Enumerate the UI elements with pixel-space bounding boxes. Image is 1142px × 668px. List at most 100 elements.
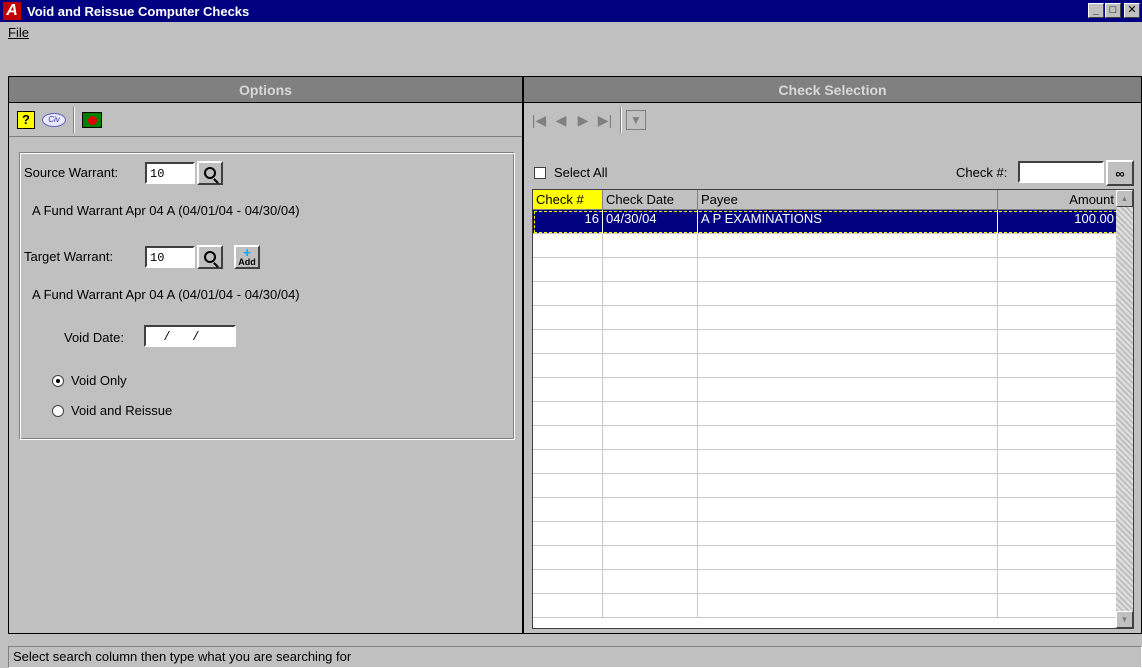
close-button[interactable]: ✕ bbox=[1124, 3, 1140, 18]
empty-cell bbox=[698, 234, 998, 258]
prev-record-button[interactable]: ◀ bbox=[550, 112, 572, 129]
void-only-radio[interactable]: Void Only bbox=[52, 373, 127, 388]
empty-cell bbox=[698, 354, 998, 378]
empty-table-row[interactable] bbox=[533, 546, 1133, 570]
empty-cell bbox=[533, 306, 603, 330]
filter-button[interactable]: ▼ bbox=[626, 110, 646, 130]
empty-cell bbox=[698, 450, 998, 474]
scroll-down-button[interactable]: ▼ bbox=[1116, 611, 1133, 628]
empty-table-row[interactable] bbox=[533, 402, 1133, 426]
column-amount[interactable]: Amount bbox=[998, 190, 1118, 210]
empty-cell bbox=[603, 474, 698, 498]
find-check-button[interactable]: ∞ bbox=[1106, 160, 1134, 186]
empty-table-row[interactable] bbox=[533, 570, 1133, 594]
column-payee[interactable]: Payee bbox=[698, 190, 998, 210]
cell-amount: 100.00 bbox=[998, 210, 1118, 234]
empty-cell bbox=[998, 258, 1118, 282]
add-warrant-button[interactable]: + Add bbox=[234, 245, 260, 269]
empty-cell bbox=[698, 282, 998, 306]
check-nav-toolbar: |◀ ◀ ▶ ▶| ▼ bbox=[524, 103, 1141, 137]
empty-table-row[interactable] bbox=[533, 258, 1133, 282]
empty-table-row[interactable] bbox=[533, 282, 1133, 306]
empty-cell bbox=[533, 570, 603, 594]
empty-cell bbox=[533, 258, 603, 282]
empty-cell bbox=[603, 234, 698, 258]
last-record-button[interactable]: ▶| bbox=[594, 112, 616, 129]
empty-table-row[interactable] bbox=[533, 378, 1133, 402]
grid-vertical-scrollbar[interactable]: ▲ ▼ bbox=[1116, 190, 1133, 628]
target-warrant-description: A Fund Warrant Apr 04 A (04/01/04 - 04/3… bbox=[32, 287, 300, 302]
empty-table-row[interactable] bbox=[533, 234, 1133, 258]
select-all-box bbox=[534, 166, 546, 179]
source-warrant-input[interactable]: 10 bbox=[145, 162, 195, 184]
empty-cell bbox=[698, 402, 998, 426]
menu-file[interactable]: File bbox=[8, 25, 29, 40]
toolbar-separator bbox=[620, 107, 622, 133]
checks-grid[interactable]: Check # Check Date Payee Amount 16 04/30… bbox=[532, 189, 1134, 629]
void-date-input[interactable]: / / bbox=[144, 325, 236, 347]
empty-cell bbox=[533, 330, 603, 354]
help-icon: ? bbox=[17, 110, 35, 129]
next-record-button[interactable]: ▶ bbox=[572, 112, 594, 129]
empty-cell bbox=[998, 306, 1118, 330]
exit-button[interactable] bbox=[79, 107, 105, 133]
filter-icon: ▼ bbox=[630, 113, 642, 127]
empty-table-row[interactable] bbox=[533, 450, 1133, 474]
magnifier-icon bbox=[204, 251, 216, 263]
empty-table-row[interactable] bbox=[533, 330, 1133, 354]
empty-cell bbox=[998, 330, 1118, 354]
empty-table-row[interactable] bbox=[533, 498, 1133, 522]
empty-table-row[interactable] bbox=[533, 594, 1133, 618]
help-button[interactable]: ? bbox=[13, 107, 39, 133]
empty-cell bbox=[533, 474, 603, 498]
column-check-date[interactable]: Check Date bbox=[603, 190, 698, 210]
minimize-button[interactable]: _ bbox=[1088, 3, 1104, 18]
empty-table-row[interactable] bbox=[533, 474, 1133, 498]
empty-cell bbox=[698, 498, 998, 522]
empty-table-row[interactable] bbox=[533, 354, 1133, 378]
void-reissue-radio[interactable]: Void and Reissue bbox=[52, 403, 172, 418]
target-warrant-input[interactable]: 10 bbox=[145, 246, 195, 268]
target-warrant-search-button[interactable] bbox=[197, 245, 223, 269]
empty-cell bbox=[698, 546, 998, 570]
source-warrant-search-button[interactable] bbox=[197, 161, 223, 185]
target-warrant-label: Target Warrant: bbox=[24, 249, 114, 264]
options-header: Options bbox=[9, 77, 522, 103]
grid-header: Check # Check Date Payee Amount bbox=[533, 190, 1133, 210]
cell-payee: A P EXAMINATIONS bbox=[698, 210, 998, 234]
column-check-number[interactable]: Check # bbox=[533, 190, 603, 210]
empty-table-row[interactable] bbox=[533, 306, 1133, 330]
scroll-up-button[interactable]: ▲ bbox=[1116, 190, 1133, 207]
empty-cell bbox=[698, 474, 998, 498]
empty-cell bbox=[603, 258, 698, 282]
binoculars-icon: ∞ bbox=[1115, 165, 1125, 181]
empty-cell bbox=[603, 450, 698, 474]
empty-table-row[interactable] bbox=[533, 522, 1133, 546]
menu-bar: File bbox=[0, 22, 1142, 42]
empty-cell bbox=[533, 282, 603, 306]
empty-table-row[interactable] bbox=[533, 426, 1133, 450]
empty-cell bbox=[603, 522, 698, 546]
radio-unselected-indicator bbox=[52, 404, 64, 417]
empty-cell bbox=[533, 354, 603, 378]
empty-cell bbox=[998, 354, 1118, 378]
maximize-button[interactable]: □ bbox=[1105, 3, 1121, 18]
check-number-label: Check #: bbox=[956, 165, 1008, 180]
radio-selected-indicator bbox=[52, 374, 64, 387]
app-logo-icon: A bbox=[3, 2, 21, 20]
cell-check-number: 16 bbox=[533, 210, 603, 234]
empty-cell bbox=[533, 546, 603, 570]
logo-button[interactable]: Civ bbox=[41, 107, 67, 133]
empty-cell bbox=[998, 234, 1118, 258]
select-all-label: Select All bbox=[554, 165, 608, 180]
empty-cell bbox=[603, 330, 698, 354]
empty-cell bbox=[533, 426, 603, 450]
empty-cell bbox=[998, 546, 1118, 570]
void-reissue-label: Void and Reissue bbox=[71, 403, 173, 418]
first-record-button[interactable]: |◀ bbox=[528, 112, 550, 129]
magnifier-icon bbox=[204, 167, 216, 179]
check-number-search-input[interactable] bbox=[1018, 161, 1104, 183]
select-all-checkbox[interactable]: Select All bbox=[534, 165, 607, 180]
table-row[interactable]: 16 04/30/04 A P EXAMINATIONS 100.00 bbox=[533, 210, 1133, 234]
void-only-label: Void Only bbox=[71, 373, 127, 388]
